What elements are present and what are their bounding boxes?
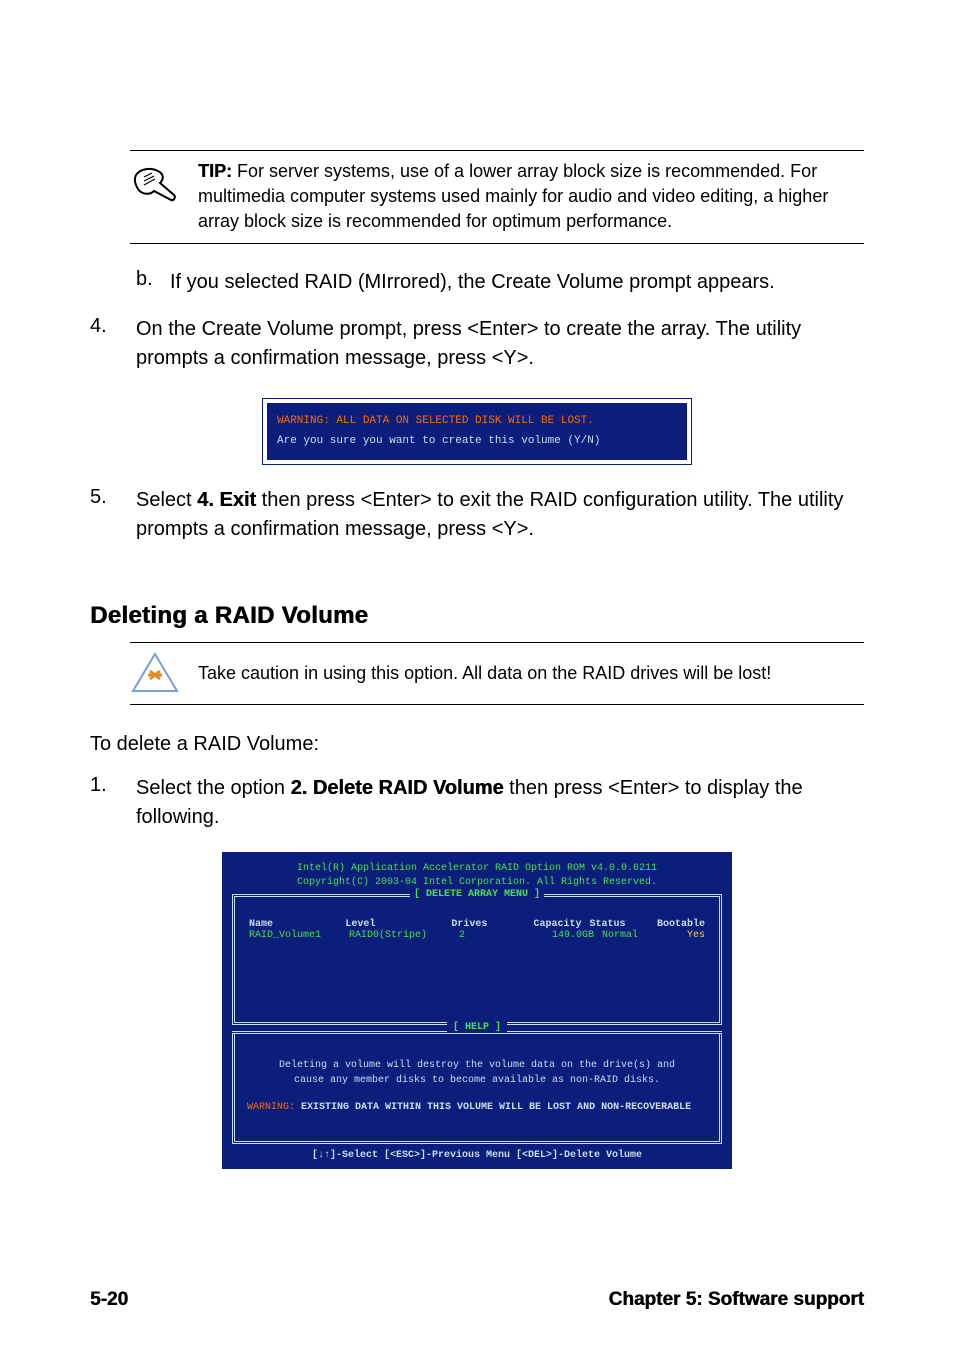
col-level: Level bbox=[345, 919, 451, 930]
table-row[interactable]: RAID_Volume1 RAID0(Stripe) 2 149.0GB Nor… bbox=[249, 930, 705, 941]
cell-capacity: 149.0GB bbox=[514, 930, 602, 941]
col-name: Name bbox=[249, 919, 345, 930]
step-num: 5. bbox=[90, 486, 122, 544]
tip-text: TIP: For server systems, use of a lower … bbox=[198, 159, 864, 235]
section-heading: Deleting a RAID Volume bbox=[90, 602, 864, 630]
step1-pre: Select the option bbox=[136, 777, 291, 799]
chapter-title: Chapter 5: Software support bbox=[609, 1289, 864, 1311]
step-text: Select 4. Exit then press <Enter> to exi… bbox=[136, 486, 864, 544]
page-number: 5-20 bbox=[90, 1289, 128, 1311]
step-5: 5. Select 4. Exit then press <Enter> to … bbox=[90, 486, 864, 544]
bios-screen: Intel(R) Application Accelerator RAID Op… bbox=[222, 852, 732, 1169]
col-status: Status bbox=[590, 919, 657, 930]
cell-name: RAID_Volume1 bbox=[249, 930, 349, 941]
col-drives: Drives bbox=[451, 919, 504, 930]
step-num: 1. bbox=[90, 774, 122, 832]
substep-b: b. If you selected RAID (MIrrored), the … bbox=[136, 268, 864, 297]
step-num: 4. bbox=[90, 315, 122, 373]
step5-option: 4. Exit bbox=[197, 489, 256, 511]
help-warn-text: EXISTING DATA WITHIN THIS VOLUME WILL BE… bbox=[295, 1102, 691, 1113]
col-bootable: Bootable bbox=[657, 919, 705, 930]
bios-menu-border: [ DELETE ARRAY MENU ] bbox=[232, 894, 722, 905]
cell-level: RAID0(Stripe) bbox=[349, 930, 459, 941]
help-warning: WARNING: EXISTING DATA WITHIN THIS VOLUM… bbox=[247, 1102, 707, 1113]
hand-icon bbox=[130, 161, 180, 211]
intro-line: To delete a RAID Volume: bbox=[90, 733, 864, 756]
step-text: On the Create Volume prompt, press <Ente… bbox=[136, 315, 864, 373]
bios-table: Name Level Drives Capacity Status Bootab… bbox=[232, 905, 722, 1025]
col-capacity: Capacity bbox=[504, 919, 589, 930]
step5-pre: Select bbox=[136, 489, 197, 511]
confirm-prompt: Are you sure you want to create this vol… bbox=[277, 431, 677, 452]
table-header: Name Level Drives Capacity Status Bootab… bbox=[249, 919, 705, 930]
bios-help: Deleting a volume will destroy the volum… bbox=[232, 1034, 722, 1144]
help-line2: cause any member disks to become availab… bbox=[247, 1073, 707, 1088]
tip-body: For server systems, use of a lower array… bbox=[198, 161, 828, 231]
bios-title2: Copyright(C) 2003-04 Intel Corporation. … bbox=[222, 876, 732, 890]
substep-letter: b. bbox=[136, 268, 158, 297]
bios-help-border: [ HELP ] bbox=[232, 1031, 722, 1034]
substep-text: If you selected RAID (MIrrored), the Cre… bbox=[170, 268, 775, 297]
bios-footer: [↓↑]-Select [<ESC>]-Previous Menu [<DEL>… bbox=[222, 1144, 732, 1161]
bios-title1: Intel(R) Application Accelerator RAID Op… bbox=[222, 862, 732, 876]
help-warn-label: WARNING: bbox=[247, 1102, 295, 1113]
step-text: Select the option 2. Delete RAID Volume … bbox=[136, 774, 864, 832]
step1-option: 2. Delete RAID Volume bbox=[291, 777, 504, 799]
caution-block: Take caution in using this option. All d… bbox=[130, 642, 864, 705]
page: TIP: For server systems, use of a lower … bbox=[0, 0, 954, 1351]
tip-label: TIP: bbox=[198, 161, 232, 181]
cell-status: Normal bbox=[602, 930, 672, 941]
step-4: 4. On the Create Volume prompt, press <E… bbox=[90, 315, 864, 373]
bios-help-title: [ HELP ] bbox=[447, 1022, 507, 1033]
confirm-warning: WARNING: ALL DATA ON SELECTED DISK WILL … bbox=[277, 411, 677, 432]
cell-bootable: Yes bbox=[672, 930, 705, 941]
warning-icon bbox=[130, 651, 180, 696]
step-1: 1. Select the option 2. Delete RAID Volu… bbox=[90, 774, 864, 832]
caution-text: Take caution in using this option. All d… bbox=[198, 661, 771, 686]
tip-block: TIP: For server systems, use of a lower … bbox=[130, 150, 864, 244]
bios-menu-title: [ DELETE ARRAY MENU ] bbox=[410, 889, 544, 900]
help-line1: Deleting a volume will destroy the volum… bbox=[247, 1058, 707, 1073]
cell-drives: 2 bbox=[459, 930, 514, 941]
page-footer: 5-20 Chapter 5: Software support bbox=[90, 1289, 864, 1311]
confirm-dialog: WARNING: ALL DATA ON SELECTED DISK WILL … bbox=[263, 399, 691, 465]
